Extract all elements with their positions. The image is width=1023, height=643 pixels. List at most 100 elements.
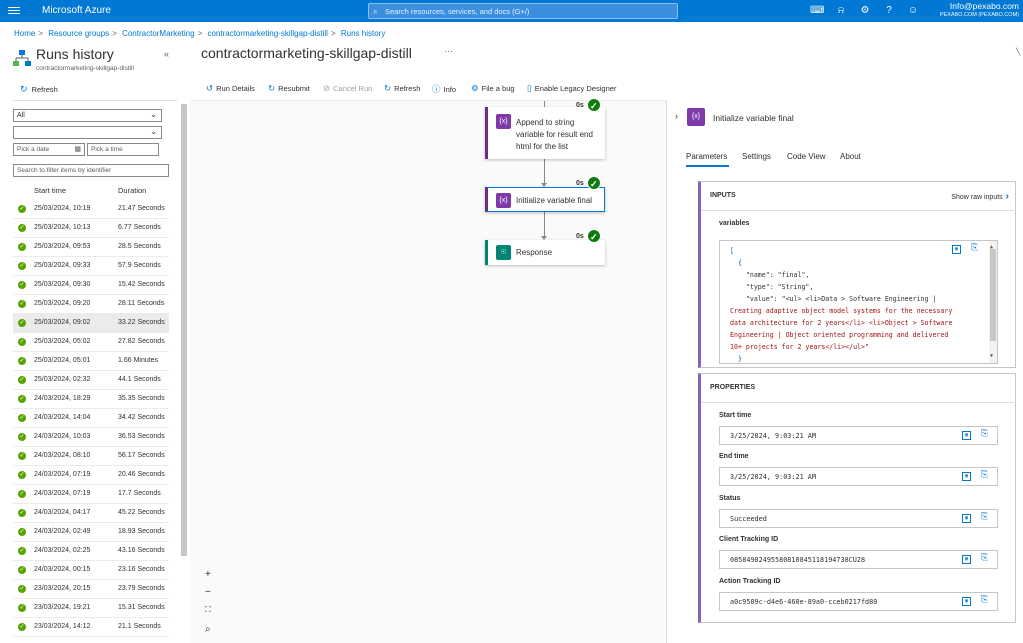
chevron-right-icon[interactable]: › bbox=[675, 111, 678, 121]
table-row[interactable]: ✓ 25/03/2024, 10:19 21.47 Seconds bbox=[13, 200, 169, 219]
copy-icon[interactable]: ⎘ bbox=[980, 513, 989, 523]
cancel-run-button[interactable]: ⊘ Cancel Run bbox=[323, 83, 372, 94]
date-picker-input[interactable]: Pick a date ▦ bbox=[13, 143, 85, 156]
identifier-filter-input[interactable]: Search to filter items by identifier bbox=[13, 164, 169, 177]
table-row[interactable]: ✓ 24/03/2024, 00:15 23.16 Seconds bbox=[13, 561, 169, 580]
breadcrumb-logic-app[interactable]: contractormarketing-skillgap-distill bbox=[207, 29, 327, 38]
show-raw-inputs-link[interactable]: Show raw inputs › bbox=[951, 191, 1009, 202]
global-search-input[interactable]: ⌕ Search resources, services, and docs (… bbox=[368, 3, 678, 19]
status-filter-dropdown[interactable]: All ⌄ bbox=[13, 109, 162, 122]
table-row[interactable]: ✓ 24/03/2024, 18:29 35.35 Seconds bbox=[13, 390, 169, 409]
scroll-thumb[interactable] bbox=[990, 249, 996, 341]
zoom-in-icon[interactable]: + bbox=[205, 569, 211, 580]
table-row[interactable]: ✓ 24/03/2024, 04:17 45.22 Seconds bbox=[13, 504, 169, 523]
refresh-label: Refresh bbox=[394, 84, 421, 93]
table-row[interactable]: ✓ 25/03/2024, 09:20 28.11 Seconds bbox=[13, 295, 169, 314]
copy-icon[interactable]: ⎘ bbox=[980, 430, 989, 440]
table-row[interactable]: ✓ 24/03/2024, 10:03 36.53 Seconds bbox=[13, 428, 169, 447]
table-row[interactable]: ✓ 23/03/2024, 19:21 15.31 Seconds bbox=[13, 599, 169, 618]
column-header-start-time[interactable]: Start time bbox=[34, 186, 66, 195]
search-icon[interactable]: ⌕ bbox=[205, 624, 211, 635]
top-bar: Microsoft Azure ⌕ Search resources, serv… bbox=[0, 0, 1023, 22]
tab-settings[interactable]: Settings bbox=[742, 152, 771, 161]
column-header-duration[interactable]: Duration bbox=[118, 186, 146, 195]
variables-label: variables bbox=[719, 220, 750, 227]
refresh-runs-button[interactable]: ↻ Refresh bbox=[20, 84, 58, 95]
feedback-icon[interactable]: ☺ bbox=[906, 4, 920, 18]
code-scrollbar[interactable]: ▲ ▼ bbox=[989, 241, 997, 363]
run-duration: 27.82 Seconds bbox=[118, 338, 165, 345]
expand-icon[interactable]: ▣ bbox=[962, 555, 971, 564]
tab-code-view[interactable]: Code View bbox=[787, 152, 826, 161]
expand-icon[interactable]: ▣ bbox=[962, 472, 971, 481]
breadcrumb-contractormarketing[interactable]: ContractorMarketing bbox=[122, 29, 194, 38]
legacy-designer-button[interactable]: ▯ Enable Legacy Designer bbox=[527, 83, 616, 94]
run-duration: 15.42 Seconds bbox=[118, 281, 165, 288]
breadcrumb-resource-groups[interactable]: Resource groups bbox=[48, 29, 109, 38]
table-row[interactable]: ✓ 25/03/2024, 09:53 28.5 Seconds bbox=[13, 238, 169, 257]
table-row[interactable]: ✓ 24/03/2024, 02:49 18.93 Seconds bbox=[13, 523, 169, 542]
breadcrumb-home[interactable]: Home bbox=[14, 29, 35, 38]
tab-about[interactable]: About bbox=[840, 152, 861, 161]
run-duration: 1.66 Minutes bbox=[118, 357, 159, 364]
table-row[interactable]: ✓ 25/03/2024, 09:33 57.9 Seconds bbox=[13, 257, 169, 276]
chevron-down-icon: ⌄ bbox=[150, 127, 157, 136]
refresh-label: Refresh bbox=[31, 85, 58, 94]
more-options-icon[interactable]: ··· bbox=[444, 46, 453, 56]
runs-scrollbar[interactable] bbox=[181, 104, 187, 556]
table-row[interactable]: ✓ 25/03/2024, 05:02 27.82 Seconds bbox=[13, 333, 169, 352]
menu-icon[interactable] bbox=[8, 5, 20, 17]
resubmit-label: Resubmit bbox=[278, 84, 310, 93]
action-node-response[interactable]: ☉ Response bbox=[485, 240, 605, 265]
run-start-time: 23/03/2024, 14:12 bbox=[34, 623, 91, 630]
action-node-append-string[interactable]: {x} Append to string variable for result… bbox=[485, 107, 605, 159]
copy-icon[interactable]: ⎘ bbox=[980, 471, 989, 481]
expand-icon[interactable]: ▣ bbox=[962, 431, 971, 440]
table-row[interactable]: ✓ 24/03/2024, 02:25 43.16 Seconds bbox=[13, 542, 169, 561]
success-icon: ✓ bbox=[18, 319, 26, 327]
table-row[interactable]: ✓ 25/03/2024, 05:01 1.66 Minutes bbox=[13, 352, 169, 371]
variables-code-box[interactable]: [ { "name": "final", "type": "String", "… bbox=[719, 240, 998, 364]
run-duration: 20.46 Seconds bbox=[118, 471, 165, 478]
bell-icon[interactable]: ⍾ bbox=[834, 4, 848, 18]
code-line: data architecture for 2 years</li> <li>O… bbox=[730, 319, 953, 327]
table-row[interactable]: ✓ 25/03/2024, 09:02 33.22 Seconds bbox=[13, 314, 169, 333]
run-start-time: 24/03/2024, 07:19 bbox=[34, 490, 91, 497]
success-icon: ✓ bbox=[18, 243, 26, 251]
table-row[interactable]: ✓ 24/03/2024, 08:10 56.17 Seconds bbox=[13, 447, 169, 466]
table-row[interactable]: ✓ 23/03/2024, 20:15 23.79 Seconds bbox=[13, 580, 169, 599]
run-details-button[interactable]: ↺ Run Details bbox=[206, 83, 255, 94]
brand-label[interactable]: Microsoft Azure bbox=[42, 5, 111, 16]
table-row[interactable]: ✓ 24/03/2024, 14:04 34.42 Seconds bbox=[13, 409, 169, 428]
cloud-shell-icon[interactable]: ⌨ bbox=[810, 4, 824, 18]
expand-icon[interactable]: ▣ bbox=[962, 597, 971, 606]
copy-icon[interactable]: ⎘ bbox=[970, 244, 979, 254]
page-scroll-arrow-icon[interactable]: ╲ bbox=[1016, 48, 1020, 56]
info-button[interactable]: ⓘ Info bbox=[432, 83, 456, 95]
table-row[interactable]: ✓ 25/03/2024, 02:32 44.1 Seconds bbox=[13, 371, 169, 390]
table-row[interactable]: ✓ 24/03/2024, 07:19 20.46 Seconds bbox=[13, 466, 169, 485]
fit-view-icon[interactable]: ⛶ bbox=[205, 605, 211, 615]
settings-icon[interactable]: ⚙ bbox=[858, 4, 872, 18]
refresh-button[interactable]: ↻ Refresh bbox=[384, 83, 420, 94]
table-row[interactable]: ✓ 24/03/2024, 07:19 17.7 Seconds bbox=[13, 485, 169, 504]
action-node-initialize-variable[interactable]: {x} Initialize variable final bbox=[485, 187, 605, 212]
expand-icon[interactable]: ▣ bbox=[952, 245, 961, 254]
expand-icon[interactable]: ▣ bbox=[962, 514, 971, 523]
collapse-icon[interactable]: « bbox=[164, 49, 169, 59]
copy-icon[interactable]: ⎘ bbox=[980, 596, 989, 606]
table-row[interactable]: ✓ 23/03/2024, 14:12 21.1 Seconds bbox=[13, 618, 169, 637]
file-bug-button[interactable]: ⚙ File a bug bbox=[471, 83, 515, 94]
help-icon[interactable]: ? bbox=[882, 4, 896, 18]
run-duration: 56.17 Seconds bbox=[118, 452, 165, 459]
resubmit-button[interactable]: ↻ Resubmit bbox=[268, 83, 310, 94]
copy-icon[interactable]: ⎘ bbox=[980, 554, 989, 564]
account-menu[interactable]: Info@pexabo.com PEXABO.COM (PEXABO.COM) bbox=[940, 2, 1019, 20]
table-row[interactable]: ✓ 25/03/2024, 10:13 6.77 Seconds bbox=[13, 219, 169, 238]
breadcrumb-runs-history[interactable]: Runs history bbox=[341, 29, 385, 38]
zoom-out-icon[interactable]: − bbox=[205, 587, 211, 598]
table-row[interactable]: ✓ 25/03/2024, 09:30 15.42 Seconds bbox=[13, 276, 169, 295]
secondary-filter-dropdown[interactable]: ⌄ bbox=[13, 126, 162, 139]
time-picker-input[interactable]: Pick a time bbox=[87, 143, 159, 156]
tab-parameters[interactable]: Parameters bbox=[686, 152, 727, 161]
